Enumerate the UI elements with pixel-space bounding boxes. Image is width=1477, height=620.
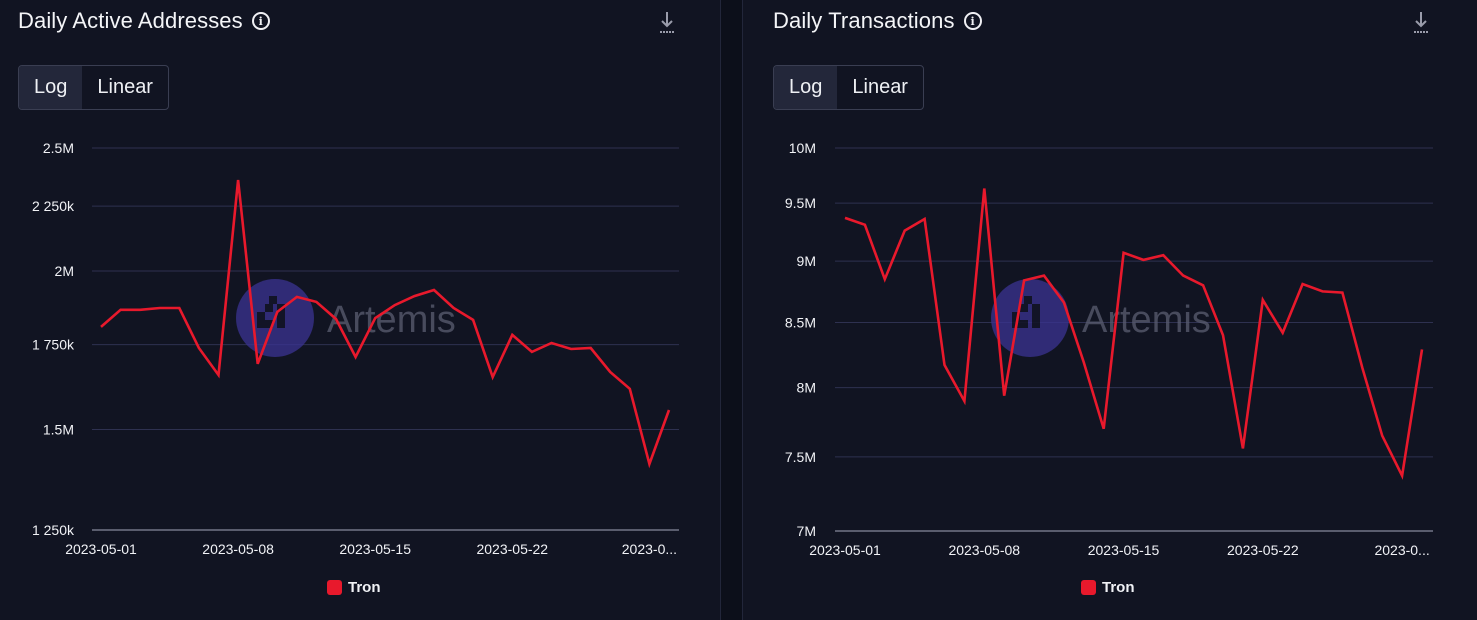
data-point[interactable] (1320, 288, 1326, 294)
x-tick-label: 2023-05-22 (476, 541, 548, 557)
data-point[interactable] (627, 386, 633, 392)
data-point[interactable] (451, 305, 457, 311)
data-point[interactable] (157, 305, 163, 311)
y-tick-label: 1.5M (43, 422, 74, 438)
data-point[interactable] (862, 222, 868, 228)
y-tick-label: 2M (55, 263, 74, 279)
y-tick-label: 2.5M (43, 140, 74, 156)
data-point[interactable] (431, 287, 437, 293)
data-point[interactable] (1220, 332, 1226, 338)
data-point[interactable] (981, 185, 987, 191)
data-point[interactable] (548, 340, 554, 346)
data-point[interactable] (176, 305, 182, 311)
y-tick-label: 1 750k (32, 337, 75, 353)
y-tick-label: 1 250k (32, 522, 75, 538)
x-tick-label: 2023-05-15 (339, 541, 411, 557)
data-point[interactable] (1121, 250, 1127, 256)
x-tick-label: 2023-05-15 (1088, 542, 1160, 558)
artemis-watermark: Artemis (236, 279, 456, 357)
legend-swatch-tron (327, 580, 342, 595)
data-point[interactable] (1359, 365, 1365, 371)
data-point[interactable] (1140, 257, 1146, 263)
data-point[interactable] (1379, 433, 1385, 439)
y-tick-label: 9.5M (785, 195, 816, 211)
data-point[interactable] (1419, 346, 1425, 352)
data-point[interactable] (646, 461, 652, 467)
daily-transactions-chart: 10M 9.5M 9M 8.5M 8M 7.5M 7M 2023-05-01 2023-05-0… (785, 140, 1433, 558)
x-tick-label: 2023-05-22 (1227, 542, 1299, 558)
legend-label-tron: Tron (1102, 579, 1135, 596)
data-point[interactable] (490, 374, 496, 380)
data-point[interactable] (411, 293, 417, 299)
y-tick-label: 8M (797, 380, 816, 396)
data-point[interactable] (372, 315, 378, 321)
daily-transactions-panel: Daily Transactions i Log Linear 10M 9.5M 9… (743, 0, 1477, 620)
legend-label-tron: Tron (348, 579, 381, 596)
data-point[interactable] (1200, 282, 1206, 288)
data-point[interactable] (255, 361, 261, 367)
data-point[interactable] (1399, 473, 1405, 479)
data-point[interactable] (313, 299, 319, 305)
x-tick-label: 2023-0... (622, 541, 677, 557)
watermark-text: Artemis (1082, 299, 1211, 341)
data-point[interactable] (1280, 330, 1286, 336)
data-point[interactable] (294, 294, 300, 300)
data-point[interactable] (882, 276, 888, 282)
legend[interactable]: Tron (1081, 579, 1135, 596)
data-point[interactable] (1081, 359, 1087, 365)
data-point[interactable] (235, 177, 241, 183)
data-point[interactable] (941, 362, 947, 368)
legend-swatch-tron (1081, 580, 1096, 595)
daily-active-addresses-chart: 2.5M 2 250k 2M 1 750k 1.5M 1 250k 2023-05-01 20… (32, 140, 679, 557)
data-point[interactable] (1339, 290, 1345, 296)
y-tick-label: 8.5M (785, 315, 816, 331)
data-point[interactable] (137, 307, 143, 313)
panel-divider (720, 0, 743, 620)
data-point[interactable] (274, 309, 280, 315)
data-point[interactable] (1061, 299, 1067, 305)
data-point[interactable] (1021, 277, 1027, 283)
data-point[interactable] (392, 302, 398, 308)
watermark-text: Artemis (327, 299, 456, 341)
data-point[interactable] (961, 398, 967, 404)
data-point[interactable] (607, 369, 613, 375)
data-point[interactable] (1260, 297, 1266, 303)
y-tick-label: 10M (789, 140, 816, 156)
data-point[interactable] (509, 332, 515, 338)
data-point[interactable] (842, 215, 848, 221)
data-point[interactable] (98, 324, 104, 330)
y-tick-label: 7M (797, 523, 816, 539)
y-tick-label: 9M (797, 253, 816, 269)
x-tick-label: 2023-05-01 (809, 542, 881, 558)
data-point[interactable] (588, 345, 594, 351)
x-tick-label: 2023-05-01 (65, 541, 137, 557)
artemis-watermark: Artemis (991, 279, 1211, 357)
y-tick-label: 7.5M (785, 449, 816, 465)
data-point[interactable] (333, 316, 339, 322)
x-tick-label: 2023-05-08 (948, 542, 1020, 558)
data-point[interactable] (196, 345, 202, 351)
data-point[interactable] (1180, 273, 1186, 279)
data-point[interactable] (470, 317, 476, 323)
data-point[interactable] (1101, 426, 1107, 432)
data-point[interactable] (353, 354, 359, 360)
data-point[interactable] (1001, 393, 1007, 399)
x-tick-label: 2023-0... (1374, 542, 1429, 558)
data-point[interactable] (1160, 252, 1166, 258)
x-tick-label: 2023-05-08 (202, 541, 274, 557)
y-tick-label: 2 250k (32, 198, 75, 214)
data-point[interactable] (902, 228, 908, 234)
data-point[interactable] (118, 307, 124, 313)
data-point[interactable] (568, 346, 574, 352)
data-point[interactable] (1240, 445, 1246, 451)
data-point[interactable] (666, 407, 672, 413)
artemis-logo-icon (991, 279, 1069, 357)
data-point[interactable] (529, 349, 535, 355)
data-point[interactable] (922, 216, 928, 222)
legend[interactable]: Tron (327, 579, 381, 596)
data-point[interactable] (1300, 281, 1306, 287)
daily-active-addresses-panel: Daily Active Addresses i Log Linear 2.5M… (0, 0, 720, 620)
data-point[interactable] (216, 372, 222, 378)
data-point[interactable] (1041, 273, 1047, 279)
